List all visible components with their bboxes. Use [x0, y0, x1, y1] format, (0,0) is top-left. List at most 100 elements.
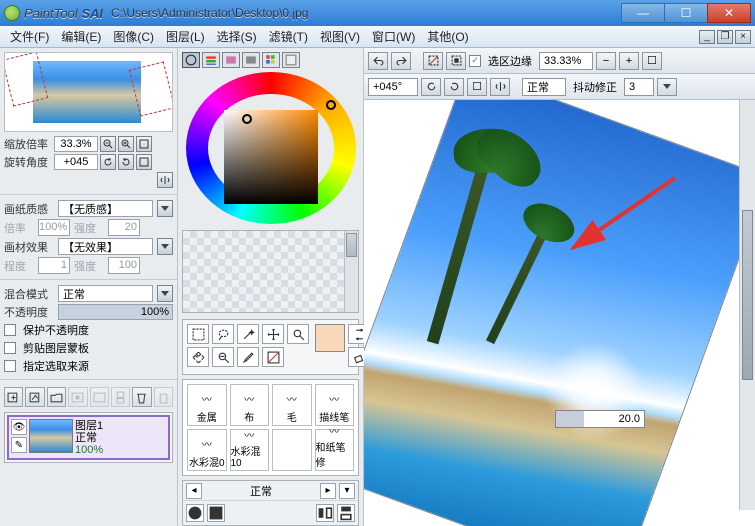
color-wheel[interactable] — [186, 72, 356, 224]
material-effect-select[interactable]: 【无效果】 — [58, 238, 153, 255]
canvas-angle-field[interactable]: +045° — [368, 78, 418, 96]
menu-file[interactable]: 文件(F) — [4, 26, 55, 47]
delete-layer-button[interactable] — [132, 387, 151, 407]
brush-shape-circle[interactable] — [186, 504, 204, 522]
clipping-mask-checkbox[interactable] — [4, 342, 16, 354]
rotate-cw-button[interactable] — [118, 154, 134, 170]
color-swatches-mode[interactable] — [262, 52, 280, 68]
magic-wand-tool[interactable] — [237, 324, 259, 344]
menu-edit[interactable]: 编辑(E) — [55, 26, 107, 47]
select-rect-tool[interactable] — [187, 324, 209, 344]
close-button[interactable]: ✕ — [707, 3, 751, 23]
menu-layer[interactable]: 图层(L) — [160, 26, 211, 47]
paper-scale-value[interactable]: 100% — [38, 219, 70, 236]
color-scratchpad-mode[interactable] — [282, 52, 300, 68]
rotate-ccw-button[interactable] — [100, 154, 116, 170]
flip-horizontal-button[interactable] — [157, 172, 173, 188]
zoom-tool[interactable] — [287, 324, 309, 344]
invert-selection-button[interactable] — [446, 52, 466, 70]
clear-layer-button[interactable] — [154, 387, 173, 407]
canvas-rotate-cw[interactable] — [444, 78, 464, 96]
canvas-zoom-fit[interactable]: ☐ — [642, 52, 662, 70]
color-wheel-mode[interactable] — [182, 52, 200, 68]
blend-mode-select[interactable]: 正常 — [58, 285, 153, 302]
move-tool[interactable] — [262, 324, 284, 344]
brush-preset[interactable]: 〰描线笔 — [315, 384, 355, 426]
brush-preset[interactable]: 〰水彩混10 — [230, 429, 270, 471]
rotate-reset-button[interactable] — [136, 154, 152, 170]
brush-preset[interactable]: 〰毛 — [272, 384, 312, 426]
color-sv-picker[interactable] — [242, 114, 252, 124]
color-picker-tool[interactable] — [237, 347, 259, 367]
paper-texture-select[interactable]: 【无质感】 — [58, 200, 153, 217]
brush-flip-x[interactable] — [316, 504, 334, 522]
preserve-opacity-checkbox[interactable] — [4, 324, 16, 336]
blend-mode-dropdown[interactable] — [157, 285, 173, 302]
color-rgb-mode[interactable] — [202, 52, 220, 68]
menu-window[interactable]: 窗口(W) — [366, 26, 421, 47]
layer-edit-toggle[interactable]: ✎ — [11, 437, 27, 453]
redo-button[interactable] — [391, 52, 411, 70]
brush-preset[interactable]: 〰和纸笔修 — [315, 429, 355, 471]
paper-strength-value[interactable]: 20 — [108, 219, 140, 236]
foreground-color-swatch[interactable] — [315, 324, 345, 352]
canvas[interactable]: 20.0 — [364, 100, 755, 526]
hand-tool[interactable] — [187, 347, 209, 367]
paper-texture-dropdown[interactable] — [157, 200, 173, 217]
material-effect-dropdown[interactable] — [157, 238, 173, 255]
menu-view[interactable]: 视图(V) — [314, 26, 366, 47]
selection-edge-checkbox[interactable]: ✓ — [469, 55, 481, 67]
mdi-restore-button[interactable]: ❐ — [717, 30, 733, 44]
canvas-zoom-out[interactable]: − — [596, 52, 616, 70]
color-hsv-mode[interactable] — [222, 52, 240, 68]
rotate-value[interactable]: +045 — [54, 154, 98, 170]
lasso-tool[interactable] — [212, 324, 234, 344]
menu-select[interactable]: 选择(S) — [211, 26, 263, 47]
maximize-button[interactable]: ☐ — [664, 3, 708, 23]
undo-button[interactable] — [368, 52, 388, 70]
color-hue-picker[interactable] — [326, 100, 336, 110]
canvas-zoom-in[interactable]: + — [619, 52, 639, 70]
brush-prev-button[interactable]: ◂ — [186, 483, 202, 499]
transparent-color-button[interactable] — [262, 347, 284, 367]
minimize-button[interactable]: — — [621, 3, 665, 23]
opacity-slider[interactable]: 100% — [58, 304, 173, 320]
canvas-flip-h[interactable] — [490, 78, 510, 96]
stabilize-dropdown[interactable] — [657, 78, 677, 96]
selection-source-checkbox[interactable] — [4, 360, 16, 372]
apply-mask-button[interactable] — [90, 387, 109, 407]
brush-shape-square[interactable] — [207, 504, 225, 522]
new-mask-button[interactable] — [68, 387, 87, 407]
deselect-button[interactable] — [423, 52, 443, 70]
zoom-in-button[interactable] — [118, 136, 134, 152]
swatch-palette[interactable] — [182, 230, 359, 313]
brush-preset[interactable]: 〰布 — [230, 384, 270, 426]
merge-down-button[interactable] — [111, 387, 130, 407]
zoom-fit-button[interactable] — [136, 136, 152, 152]
zoom-out-button[interactable] — [100, 136, 116, 152]
menu-filter[interactable]: 滤镜(T) — [263, 26, 314, 47]
layer-item[interactable]: 👁 ✎ 图层1 正常 100% — [7, 415, 170, 460]
brush-flip-y[interactable] — [337, 504, 355, 522]
navigator[interactable] — [4, 52, 173, 132]
brush-next-button[interactable]: ▸ — [320, 483, 336, 499]
stabilize-value[interactable]: 3 — [624, 78, 654, 96]
menu-image[interactable]: 图像(C) — [107, 26, 160, 47]
brush-preset[interactable] — [272, 429, 312, 471]
palette-scrollbar[interactable] — [344, 231, 358, 312]
layer-visibility-toggle[interactable]: 👁 — [11, 419, 27, 435]
new-linework-layer-button[interactable] — [25, 387, 44, 407]
new-layer-button[interactable] — [4, 387, 23, 407]
brush-preset[interactable]: 〰水彩混0 — [187, 429, 227, 471]
brush-preset[interactable]: 〰金属 — [187, 384, 227, 426]
mdi-minimize-button[interactable]: _ — [699, 30, 715, 44]
canvas-vertical-scrollbar[interactable] — [739, 100, 755, 510]
zoom-value[interactable]: 33.3% — [54, 136, 98, 152]
rotate-view-tool[interactable] — [212, 347, 234, 367]
brush-size-float-field[interactable]: 20.0 — [555, 410, 645, 428]
canvas-zoom-field[interactable]: 33.33% — [539, 52, 593, 70]
canvas-state-field[interactable]: 正常 — [522, 78, 566, 96]
canvas-rotate-reset[interactable]: ☐ — [467, 78, 487, 96]
color-gray-mode[interactable] — [242, 52, 260, 68]
new-layer-set-button[interactable] — [47, 387, 66, 407]
